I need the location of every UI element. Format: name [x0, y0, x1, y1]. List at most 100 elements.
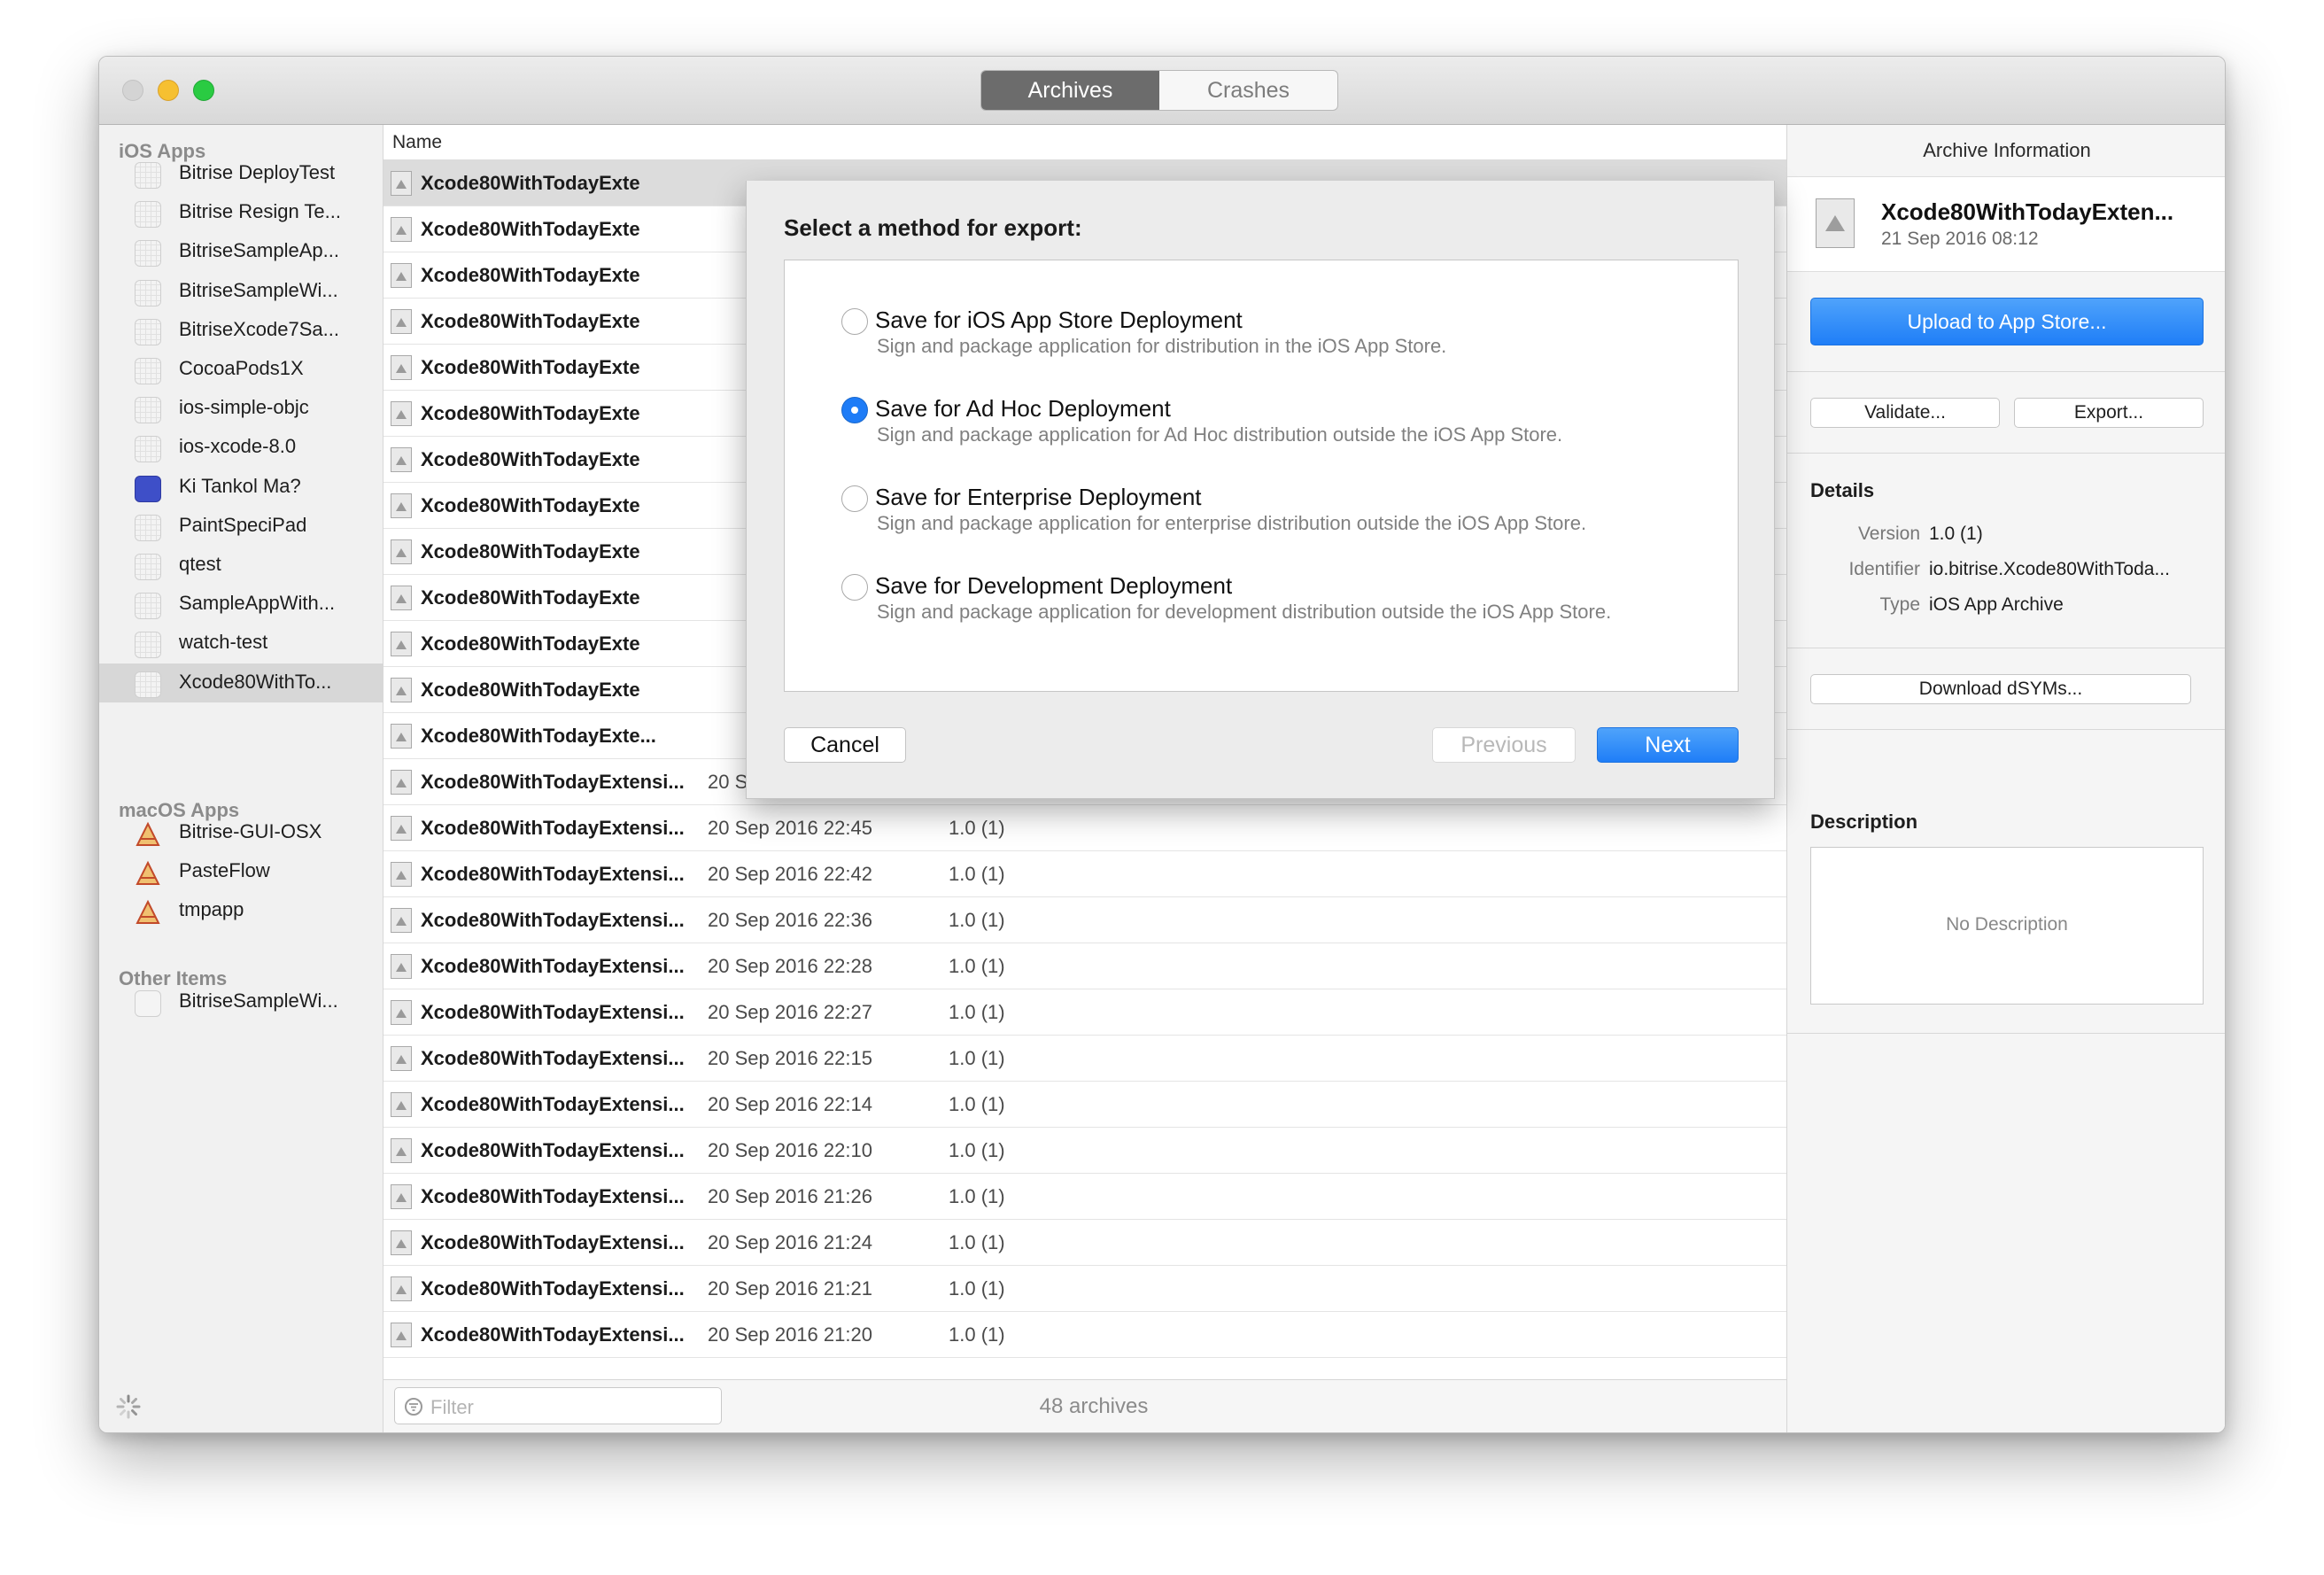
column-header-name[interactable]: Name [383, 125, 1786, 160]
app-placeholder-icon [135, 358, 161, 384]
radio-button[interactable] [841, 397, 868, 423]
archive-date-cell: 20 Sep 2016 21:20 [708, 1323, 872, 1346]
archive-summary: Xcode80WithTodayExten... 21 Sep 2016 08:… [1787, 176, 2225, 272]
sidebar-item[interactable]: SampleAppWith... [99, 585, 383, 624]
archive-file-icon [391, 539, 412, 564]
table-row[interactable]: Xcode80WithTodayExtensi... 20 Sep 2016 21… [383, 1220, 1786, 1266]
sidebar-item[interactable]: BitriseSampleWi... [99, 982, 383, 1021]
upload-to-app-store-button[interactable]: Upload to App Store... [1810, 298, 2204, 345]
archives-crashes-segmented-control: Archives Crashes [980, 70, 1338, 111]
sidebar-item[interactable]: PaintSpeciPad [99, 507, 383, 546]
sidebar-item-label: Xcode80WithTo... [179, 670, 332, 693]
export-option[interactable]: Save for iOS App Store Deployment Sign an… [841, 306, 1727, 377]
archive-info-panel: Archive Information Xcode80WithTodayExte… [1786, 125, 2225, 1432]
archive-name-cell: Xcode80WithTodayExtensi... [421, 1231, 685, 1253]
sidebar-item[interactable]: BitriseXcode7Sa... [99, 311, 383, 350]
table-row[interactable]: Xcode80WithTodayExtensi... 20 Sep 2016 22… [383, 851, 1786, 897]
sidebar-item[interactable]: BitriseSampleWi... [99, 272, 383, 311]
download-dsyms-button[interactable]: Download dSYMs... [1810, 674, 2191, 704]
title-bar: Archives Crashes [99, 57, 2225, 125]
table-row[interactable]: Xcode80WithTodayExtensi... 20 Sep 2016 22… [383, 943, 1786, 989]
archive-name-cell: Xcode80WithTodayExtensi... [421, 771, 685, 793]
sidebar-item[interactable]: Bitrise Resign Te... [99, 193, 383, 232]
archive-date-cell: 20 Sep 2016 21:24 [708, 1231, 872, 1253]
archive-date-cell: 20 Sep 2016 21:21 [708, 1277, 872, 1300]
sidebar-item-label: BitriseSampleWi... [179, 989, 338, 1012]
sidebar: iOS Apps Bitrise DeployTest Bitrise Resig… [99, 125, 383, 1432]
sidebar-item-label: watch-test [179, 631, 268, 654]
sidebar-item[interactable]: qtest [99, 546, 383, 585]
archive-name-cell: Xcode80WithTodayExtensi... [421, 1001, 685, 1023]
table-row[interactable]: Xcode80WithTodayExtensi... 20 Sep 2016 22… [383, 1036, 1786, 1082]
validate-button[interactable]: Validate... [1810, 398, 2000, 428]
activity-spinner-icon [116, 1394, 141, 1419]
table-row[interactable]: Xcode80WithTodayExtensi... 20 Sep 2016 21… [383, 1266, 1786, 1312]
archive-version-cell: 1.0 (1) [949, 909, 1005, 931]
tab-archives[interactable]: Archives [981, 71, 1159, 110]
radio-button[interactable] [841, 574, 868, 601]
archive-date: 21 Sep 2016 08:12 [1881, 229, 2039, 249]
table-row[interactable]: Xcode80WithTodayExtensi... 20 Sep 2016 21… [383, 1174, 1786, 1220]
app-placeholder-icon [135, 240, 161, 268]
next-button[interactable]: Next [1597, 727, 1739, 763]
sidebar-item-label: qtest [179, 553, 221, 575]
sidebar-item-label: ios-xcode-8.0 [179, 435, 297, 458]
organizer-window: Archives Crashes iOS Apps Bitrise Deploy… [98, 56, 2226, 1433]
archive-name-cell: Xcode80WithTodayExtensi... [421, 909, 685, 931]
sidebar-item-label: Ki Tankol Ma? [179, 474, 301, 497]
table-row[interactable]: Xcode80WithTodayExtensi... 20 Sep 2016 21… [383, 1312, 1786, 1358]
archive-version-cell: 1.0 (1) [949, 1231, 1005, 1253]
archive-name-cell: Xcode80WithTodayExte [421, 540, 640, 562]
archive-file-icon [391, 401, 412, 426]
export-button[interactable]: Export... [2014, 398, 2204, 428]
mac-app-icon [135, 860, 161, 887]
tab-crashes[interactable]: Crashes [1159, 71, 1337, 110]
sidebar-item[interactable]: BitriseSampleAp... [99, 232, 383, 271]
sidebar-item[interactable]: Ki Tankol Ma? [99, 468, 383, 507]
archive-file-icon [391, 908, 412, 933]
table-row[interactable]: Xcode80WithTodayExtensi... 20 Sep 2016 22… [383, 1128, 1786, 1174]
export-method-sheet: Select a method for export: Save for iOS… [746, 181, 1775, 799]
archive-date-cell: 20 Sep 2016 22:10 [708, 1139, 872, 1161]
sidebar-item[interactable]: Xcode80WithTo... [99, 663, 383, 702]
sidebar-item[interactable]: Bitrise-GUI-OSX [99, 813, 383, 852]
archive-name-cell: Xcode80WithTodayExtensi... [421, 1185, 685, 1207]
archive-file-icon [391, 862, 412, 887]
radio-button[interactable] [841, 485, 868, 512]
table-row[interactable]: Xcode80WithTodayExtensi... 20 Sep 2016 22… [383, 897, 1786, 943]
close-window-button[interactable] [122, 80, 143, 101]
app-placeholder-icon [135, 397, 161, 424]
previous-button[interactable]: Previous [1432, 727, 1576, 763]
app-placeholder-icon [135, 318, 161, 345]
zoom-window-button[interactable] [193, 80, 214, 101]
table-row[interactable]: Xcode80WithTodayExtensi... 20 Sep 2016 22… [383, 989, 1786, 1036]
sidebar-item-label: Bitrise Resign Te... [179, 200, 342, 223]
app-placeholder-icon [135, 671, 161, 698]
archive-name-cell: Xcode80WithTodayExte [421, 402, 640, 424]
sidebar-item[interactable]: ios-simple-objc [99, 389, 383, 428]
radio-button[interactable] [841, 308, 868, 335]
archive-file-icon [391, 1323, 412, 1347]
cancel-button[interactable]: Cancel [784, 727, 906, 763]
archive-file-icon [391, 493, 412, 518]
column-header-name-label: Name [392, 132, 443, 152]
export-option[interactable]: Save for Development Deployment Sign and … [841, 572, 1727, 643]
sidebar-item[interactable]: tmpapp [99, 891, 383, 930]
minimize-window-button[interactable] [158, 80, 179, 101]
sidebar-item[interactable]: CocoaPods1X [99, 350, 383, 389]
export-option[interactable]: Save for Ad Hoc Deployment Sign and packa… [841, 395, 1727, 466]
sidebar-item[interactable]: ios-xcode-8.0 [99, 428, 383, 467]
table-row[interactable]: Xcode80WithTodayExtensi... 20 Sep 2016 22… [383, 1082, 1786, 1128]
description-title: Description [1810, 811, 1918, 833]
archive-version-cell: 1.0 (1) [949, 955, 1005, 977]
table-row[interactable]: Xcode80WithTodayExtensi... 20 Sep 2016 22… [383, 805, 1786, 851]
archive-file-icon [391, 1138, 412, 1163]
export-option[interactable]: Save for Enterprise Deployment Sign and p… [841, 484, 1727, 555]
sidebar-item[interactable]: watch-test [99, 624, 383, 663]
sidebar-item[interactable]: PasteFlow [99, 852, 383, 891]
archive-date-cell: 20 Sep 2016 22:27 [708, 1001, 872, 1023]
description-placeholder: No Description [1946, 914, 2068, 935]
archive-version-cell: 1.0 (1) [949, 1093, 1005, 1115]
description-field[interactable]: No Description [1810, 847, 2204, 1005]
sidebar-item[interactable]: Bitrise DeployTest [99, 154, 383, 193]
